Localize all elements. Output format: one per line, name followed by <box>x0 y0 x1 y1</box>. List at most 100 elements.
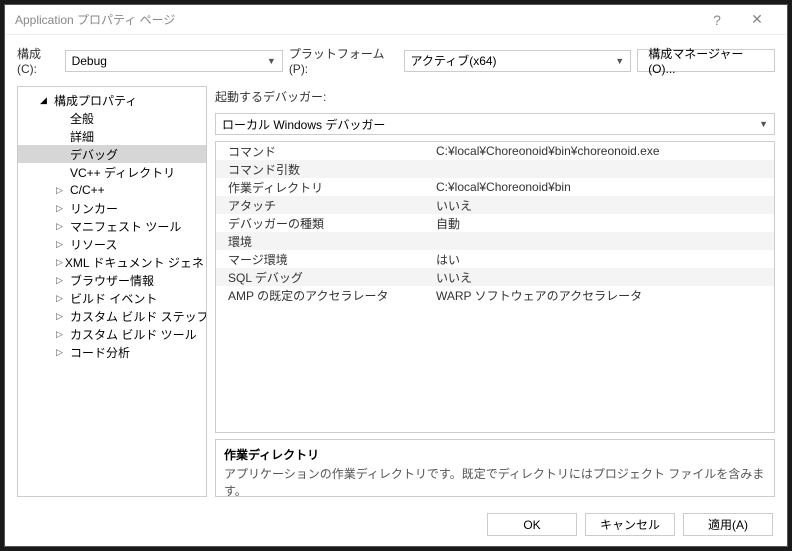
arrow-right-icon: ▷ <box>56 347 68 358</box>
tree-item[interactable]: ▷カスタム ビルド ステップ <box>18 307 207 325</box>
ok-label: OK <box>523 518 540 532</box>
description-text: アプリケーションの作業ディレクトリです。既定でディレクトリにはプロジェクト ファ… <box>224 465 766 499</box>
description-title: 作業ディレクトリ <box>224 446 766 463</box>
property-row[interactable]: アタッチいいえ <box>216 196 774 214</box>
cancel-label: キャンセル <box>600 516 660 533</box>
help-button[interactable]: ? <box>697 12 737 28</box>
config-manager-button[interactable]: 構成マネージャー(O)... <box>637 49 775 72</box>
tree-item[interactable]: ▷リソース <box>18 235 207 253</box>
tree-item[interactable]: デバッグ <box>18 145 207 163</box>
property-value: 自動 <box>436 215 774 232</box>
property-key: 環境 <box>216 233 436 250</box>
tree-item-label: 全般 <box>68 110 94 127</box>
property-page-dialog: Application プロパティ ページ ? ✕ 構成(C): Debug ▼… <box>4 4 788 547</box>
debugger-select[interactable]: ローカル Windows デバッガー ▼ <box>215 113 775 135</box>
config-select[interactable]: Debug ▼ <box>65 50 283 72</box>
ok-button[interactable]: OK <box>487 513 577 536</box>
tree-item-label: C/C++ <box>68 183 105 197</box>
body: ◢構成プロパティ全般詳細デバッグVC++ ディレクトリ▷C/C++▷リンカー▷マ… <box>5 86 787 503</box>
tree-root[interactable]: ◢構成プロパティ <box>18 91 207 109</box>
tree-item-label: XML ドキュメント ジェネレーター <box>63 254 207 271</box>
tree-item[interactable]: ▷コード分析 <box>18 343 207 361</box>
property-key: マージ環境 <box>216 251 436 268</box>
property-row[interactable]: コマンド引数 <box>216 160 774 178</box>
property-key: 作業ディレクトリ <box>216 179 436 196</box>
property-value: いいえ <box>436 269 774 286</box>
property-key: デバッガーの種類 <box>216 215 436 232</box>
tree-item[interactable]: 詳細 <box>18 127 207 145</box>
tree-item[interactable]: ▷カスタム ビルド ツール <box>18 325 207 343</box>
platform-label: プラットフォーム(P): <box>289 45 398 76</box>
arrow-right-icon: ▷ <box>56 239 68 250</box>
property-key: コマンド引数 <box>216 161 436 178</box>
arrow-right-icon: ▷ <box>56 185 68 196</box>
nav-tree[interactable]: ◢構成プロパティ全般詳細デバッグVC++ ディレクトリ▷C/C++▷リンカー▷マ… <box>17 86 207 497</box>
tree-item-label: リンカー <box>68 200 118 217</box>
tree-item-label: カスタム ビルド ツール <box>68 326 197 343</box>
tree-item-label: デバッグ <box>68 146 118 163</box>
arrow-right-icon: ▷ <box>56 293 68 304</box>
tree-item[interactable]: ▷ブラウザー情報 <box>18 271 207 289</box>
tree-item[interactable]: ▷C/C++ <box>18 181 207 199</box>
chevron-down-icon: ▼ <box>615 56 624 66</box>
tree-item[interactable]: ▷ビルド イベント <box>18 289 207 307</box>
tree-item-label: ビルド イベント <box>68 290 157 307</box>
property-key: AMP の既定のアクセラレータ <box>216 287 436 304</box>
property-key: アタッチ <box>216 197 436 214</box>
property-key: コマンド <box>216 143 436 160</box>
property-row[interactable]: 環境 <box>216 232 774 250</box>
titlebar: Application プロパティ ページ ? ✕ <box>5 5 787 35</box>
tree-item-label: ブラウザー情報 <box>68 272 154 289</box>
property-row[interactable]: デバッガーの種類自動 <box>216 214 774 232</box>
property-row[interactable]: 作業ディレクトリC:¥local¥Choreonoid¥bin <box>216 178 774 196</box>
toolbar: 構成(C): Debug ▼ プラットフォーム(P): アクティブ(x64) ▼… <box>5 35 787 86</box>
arrow-right-icon: ▷ <box>56 221 68 232</box>
close-button[interactable]: ✕ <box>737 11 777 28</box>
arrow-right-icon: ▷ <box>56 203 68 214</box>
tree-item-label: カスタム ビルド ステップ <box>68 308 207 325</box>
platform-value: アクティブ(x64) <box>411 52 497 69</box>
tree-item[interactable]: 全般 <box>18 109 207 127</box>
apply-label: 適用(A) <box>708 516 748 533</box>
arrow-right-icon: ▷ <box>56 311 68 322</box>
platform-select[interactable]: アクティブ(x64) ▼ <box>404 50 632 72</box>
tree-root-label: 構成プロパティ <box>52 92 137 109</box>
content-pane: 起動するデバッガー: ローカル Windows デバッガー ▼ コマンドC:¥l… <box>215 86 775 497</box>
arrow-right-icon: ▷ <box>56 257 63 268</box>
chevron-down-icon: ▼ <box>759 119 768 129</box>
config-label: 構成(C): <box>17 45 59 76</box>
property-row[interactable]: マージ環境はい <box>216 250 774 268</box>
debugger-value: ローカル Windows デバッガー <box>222 116 385 133</box>
property-value: C:¥local¥Choreonoid¥bin¥choreonoid.exe <box>436 144 774 158</box>
arrow-right-icon: ▷ <box>56 275 68 286</box>
tree-item-label: マニフェスト ツール <box>68 218 181 235</box>
tree-item[interactable]: VC++ ディレクトリ <box>18 163 207 181</box>
tree-item-label: コード分析 <box>68 344 130 361</box>
property-row[interactable]: コマンドC:¥local¥Choreonoid¥bin¥choreonoid.e… <box>216 142 774 160</box>
property-value: C:¥local¥Choreonoid¥bin <box>436 180 774 194</box>
property-key: SQL デバッグ <box>216 269 436 286</box>
tree-item[interactable]: ▷リンカー <box>18 199 207 217</box>
tree-item-label: VC++ ディレクトリ <box>68 164 175 181</box>
cancel-button[interactable]: キャンセル <box>585 513 675 536</box>
arrow-down-icon: ◢ <box>40 95 52 106</box>
property-row[interactable]: SQL デバッグいいえ <box>216 268 774 286</box>
chevron-down-icon: ▼ <box>267 56 276 66</box>
tree-item[interactable]: ▷XML ドキュメント ジェネレーター <box>18 253 207 271</box>
property-grid[interactable]: コマンドC:¥local¥Choreonoid¥bin¥choreonoid.e… <box>215 141 775 433</box>
config-value: Debug <box>72 54 107 68</box>
property-row[interactable]: AMP の既定のアクセラレータWARP ソフトウェアのアクセラレータ <box>216 286 774 304</box>
apply-button[interactable]: 適用(A) <box>683 513 773 536</box>
description-panel: 作業ディレクトリ アプリケーションの作業ディレクトリです。既定でディレクトリには… <box>215 439 775 497</box>
tree-item-label: リソース <box>68 236 117 253</box>
property-value: いいえ <box>436 197 774 214</box>
property-value: WARP ソフトウェアのアクセラレータ <box>436 287 774 304</box>
debugger-section-label: 起動するデバッガー: <box>215 86 775 107</box>
arrow-right-icon: ▷ <box>56 329 68 340</box>
tree-item-label: 詳細 <box>68 128 94 145</box>
property-value: はい <box>436 251 774 268</box>
window-title: Application プロパティ ページ <box>15 11 697 28</box>
tree-item[interactable]: ▷マニフェスト ツール <box>18 217 207 235</box>
config-manager-label: 構成マネージャー(O)... <box>648 45 764 76</box>
footer: OK キャンセル 適用(A) <box>5 503 787 546</box>
